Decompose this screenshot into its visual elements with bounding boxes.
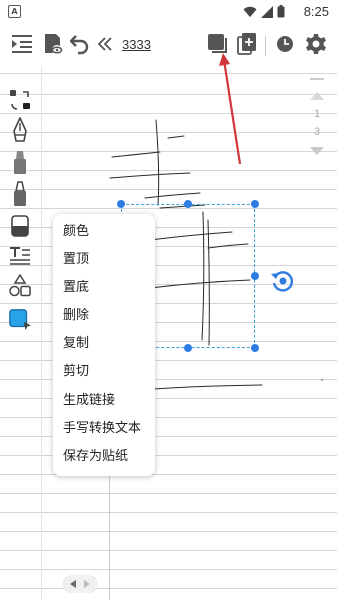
layers-icon[interactable]: [206, 32, 230, 56]
undo-icon[interactable]: [70, 32, 90, 56]
status-bar: A 8:25: [0, 0, 337, 24]
battery-icon: [277, 5, 285, 18]
notebook-title[interactable]: 3333: [122, 37, 151, 52]
highlighter-icon[interactable]: [8, 181, 32, 206]
resize-handle-top-right[interactable]: [251, 200, 259, 208]
menu-item-bring-to-front[interactable]: 置顶: [63, 248, 89, 267]
page-down-icon[interactable]: [309, 146, 325, 156]
scroll-left-icon[interactable]: [69, 579, 77, 589]
clock: 8:25: [303, 4, 329, 19]
marker-icon[interactable]: [8, 150, 32, 174]
page-up-icon[interactable]: [309, 91, 325, 101]
resize-handle-top[interactable]: [184, 200, 192, 208]
menu-item-handwriting-to-text[interactable]: 手写转换文本: [63, 417, 141, 436]
app-notification-icon: A: [8, 5, 21, 18]
menu-item-color[interactable]: 颜色: [63, 220, 89, 239]
pager-line: [310, 78, 324, 80]
shapes-icon[interactable]: [8, 274, 32, 298]
status-icons: [243, 5, 285, 18]
current-page: 1: [313, 108, 321, 120]
wifi-icon: [243, 6, 257, 17]
rotate-icon[interactable]: [270, 268, 296, 294]
menu-item-send-to-back[interactable]: 置底: [63, 276, 89, 295]
history-clock-icon[interactable]: [274, 32, 296, 56]
menu-item-cut[interactable]: 剪切: [63, 360, 89, 379]
menu-item-copy[interactable]: 复制: [63, 332, 89, 351]
collapse-left-icon[interactable]: [97, 32, 113, 56]
menu-item-generate-link[interactable]: 生成链接: [63, 389, 115, 408]
resize-handle-top-left[interactable]: [117, 200, 125, 208]
fountain-pen-icon[interactable]: [8, 117, 32, 142]
menu-list-icon[interactable]: [10, 32, 34, 54]
resize-handle-right[interactable]: [251, 272, 259, 280]
notebook-view-icon[interactable]: [42, 32, 64, 56]
resize-handle-bottom[interactable]: [184, 344, 192, 352]
top-toolbar: 3333: [0, 24, 337, 66]
horizontal-scroll-control[interactable]: [62, 575, 98, 593]
context-menu: 颜色 置顶 置底 删除 复制 剪切 生成链接 手写转换文本 保存为贴纸: [53, 214, 155, 476]
add-page-icon[interactable]: [236, 32, 258, 56]
signal-icon: [261, 5, 273, 18]
lasso-select-icon[interactable]: [8, 88, 32, 112]
margin-line: [41, 66, 42, 600]
total-pages: 3: [313, 126, 321, 138]
menu-item-delete[interactable]: 删除: [63, 304, 89, 323]
settings-gear-icon[interactable]: [304, 32, 328, 56]
selection-fill-icon[interactable]: [8, 308, 32, 332]
tool-sidebar: [0, 80, 40, 340]
page-navigator: 1 3: [305, 76, 329, 156]
menu-item-save-as-sticker[interactable]: 保存为贴纸: [63, 445, 128, 464]
text-icon[interactable]: [8, 244, 32, 268]
resize-handle-bottom-right[interactable]: [251, 344, 259, 352]
toolbar-divider: [265, 36, 266, 56]
scroll-right-icon[interactable]: [83, 579, 91, 589]
eraser-icon[interactable]: [8, 214, 32, 238]
